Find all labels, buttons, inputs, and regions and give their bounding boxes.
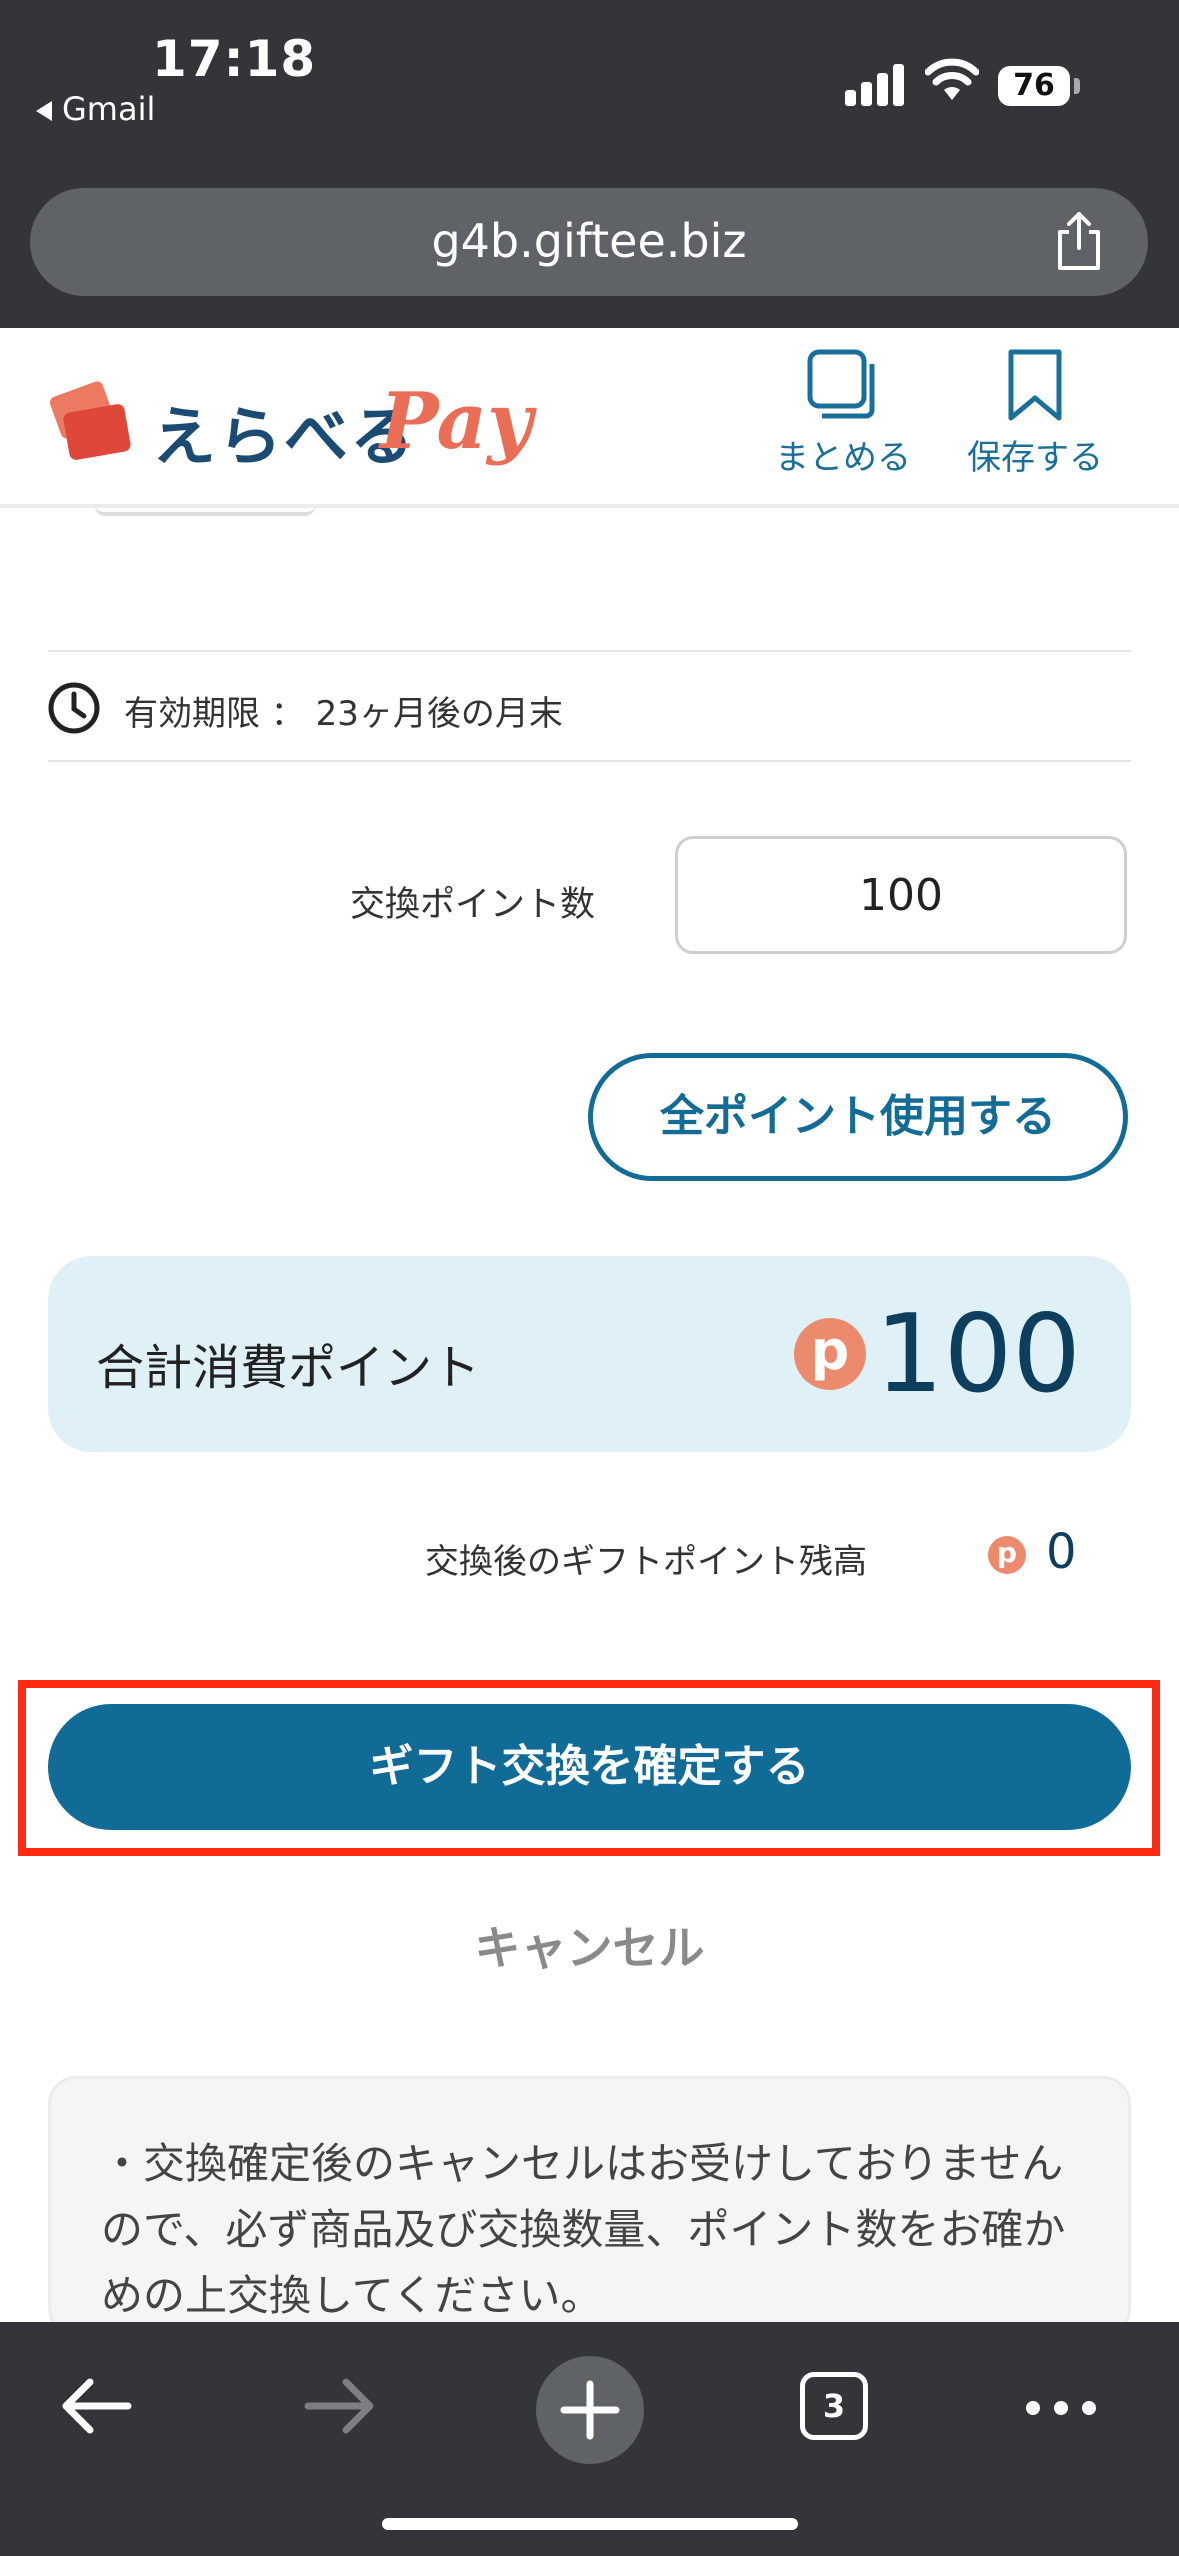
status-time: 17:18 [152, 30, 317, 88]
cellular-signal-icon [845, 62, 905, 106]
home-indicator [382, 2518, 798, 2530]
wifi-icon [924, 58, 980, 106]
back-triangle-icon [36, 101, 52, 121]
scrolled-element-remnant [95, 498, 315, 516]
point-badge-icon: p [794, 1318, 866, 1390]
balance-value: 0 [1046, 1524, 1077, 1580]
stack-icon [807, 349, 875, 419]
notice-box: ・交換確定後のキャンセルはお受けしておりませんので、必ず商品及び交換数量、ポイン… [48, 2076, 1131, 2336]
highlight-box [18, 1680, 1160, 1856]
back-arrow-icon[interactable] [58, 2374, 132, 2442]
browser-chrome-top: 17:18 Gmail 76 g4b.giftee.biz [0, 0, 1179, 328]
logo-text: えらべる [152, 401, 416, 475]
clock-icon [48, 682, 100, 734]
divider-top [48, 650, 1131, 652]
summarize-label: まとめる [775, 438, 911, 478]
save-button[interactable]: 保存する [960, 348, 1110, 479]
notice-text: ・交換確定後のキャンセルはお受けしておりませんので、必ず商品及び交換数量、ポイン… [101, 2139, 1066, 2320]
back-to-app-link[interactable]: Gmail [36, 90, 155, 128]
expiry-text: 有効期限 ： 23ヶ月後の月末 [124, 694, 563, 734]
logo-pay-text: Pay [380, 376, 533, 467]
bookmark-icon [1008, 349, 1062, 421]
summarize-button[interactable]: まとめる [768, 348, 918, 479]
more-options-icon[interactable] [1026, 2400, 1110, 2419]
divider-expiry [48, 760, 1131, 762]
save-label: 保存する [967, 438, 1103, 478]
balance-label: 交換後のギフトポイント残高 [425, 1542, 867, 1582]
url-text: g4b.giftee.biz [431, 214, 747, 268]
new-tab-button[interactable] [536, 2356, 644, 2464]
url-bar[interactable]: g4b.giftee.biz [30, 188, 1148, 296]
total-points-label: 合計消費ポイント [96, 1340, 481, 1396]
cancel-button[interactable]: キャンセル [0, 1912, 1179, 1978]
tabs-button[interactable]: 3 [800, 2372, 868, 2440]
exchange-points-input[interactable] [675, 836, 1127, 954]
expiry-row: 有効期限 ： 23ヶ月後の月末 [48, 680, 563, 745]
app-header: えらべる Pay まとめる 保存する [0, 328, 1179, 508]
battery-icon: 76 [998, 66, 1070, 106]
share-icon[interactable] [1052, 210, 1106, 276]
exchange-points-label: 交換ポイント数 [350, 885, 596, 925]
forward-arrow-icon[interactable] [304, 2374, 378, 2442]
battery-tip [1074, 78, 1080, 94]
balance-point-badge-icon: p [988, 1536, 1026, 1574]
plus-icon [560, 2380, 620, 2440]
use-all-points-button[interactable]: 全ポイント使用する [588, 1053, 1128, 1181]
back-app-label: Gmail [62, 90, 156, 128]
erabel-pay-logo-icon [48, 378, 140, 472]
total-points-value: 100 [874, 1292, 1081, 1417]
total-points-panel: 合計消費ポイント p 100 [48, 1256, 1131, 1452]
